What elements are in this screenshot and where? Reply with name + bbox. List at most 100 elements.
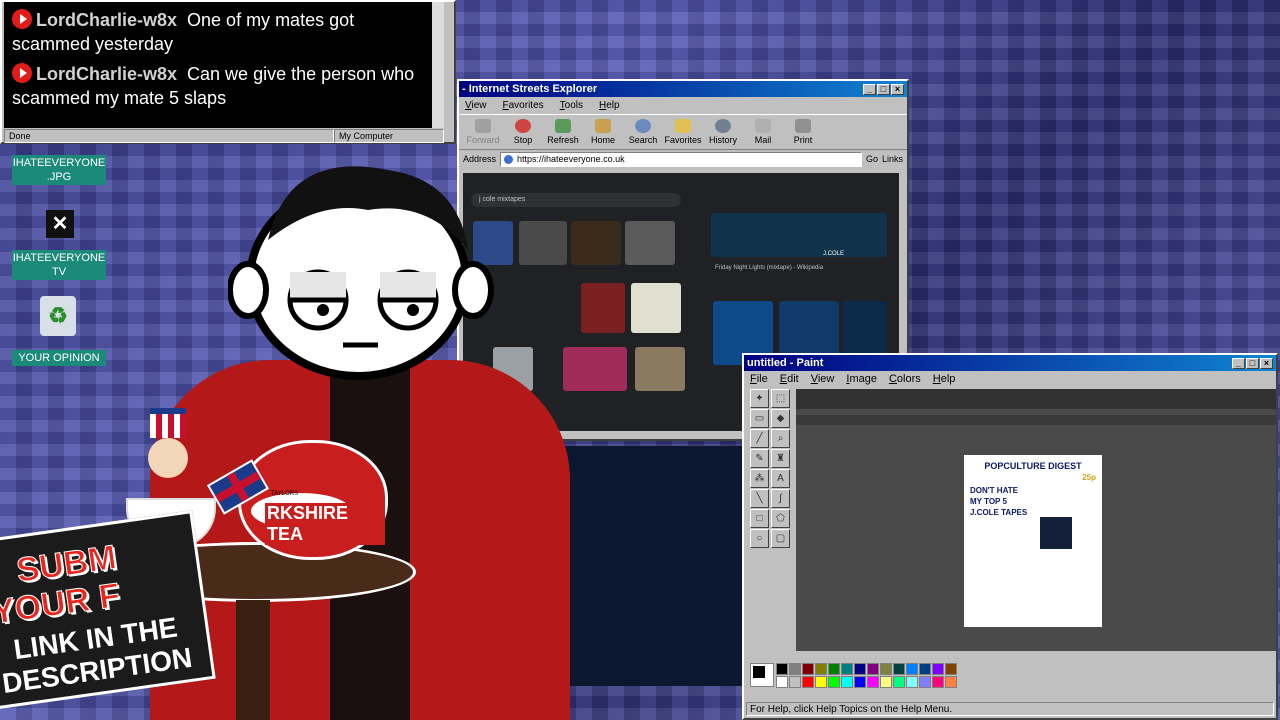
menu-colors[interactable]: Colors bbox=[889, 373, 921, 385]
history-button[interactable]: History bbox=[703, 119, 743, 145]
refresh-button[interactable]: Refresh bbox=[543, 119, 583, 145]
recycle-bin-icon[interactable]: ♻ bbox=[40, 296, 76, 336]
go-button[interactable]: Go bbox=[866, 154, 878, 164]
palette-swatch[interactable] bbox=[919, 663, 931, 675]
palette-swatch[interactable] bbox=[880, 663, 892, 675]
palette-swatch[interactable] bbox=[841, 676, 853, 688]
menu-help[interactable]: Help bbox=[599, 100, 620, 111]
magazine-cover: POPCULTURE DIGEST 25p DON'T HATE MY TOP … bbox=[964, 455, 1102, 627]
paint-canvas[interactable]: POPCULTURE DIGEST 25p DON'T HATE MY TOP … bbox=[796, 389, 1276, 651]
cover-album-art bbox=[1040, 517, 1072, 549]
maximize-button[interactable]: □ bbox=[877, 83, 890, 95]
browser-menubar: View Favorites Tools Help bbox=[459, 97, 907, 114]
x-icon[interactable]: ✕ bbox=[46, 210, 74, 238]
palette-swatch[interactable] bbox=[776, 676, 788, 688]
menu-view[interactable]: View bbox=[465, 100, 487, 111]
palette-swatch[interactable] bbox=[828, 663, 840, 675]
forward-button[interactable]: Forward bbox=[463, 119, 503, 145]
pencil-icon[interactable]: ✎ bbox=[750, 449, 769, 468]
chat-message: LordCharlie-w8x Can we give the person wh… bbox=[12, 62, 436, 110]
eraser-icon[interactable]: ▭ bbox=[750, 409, 769, 428]
browser-titlebar[interactable]: - Internet Streets Explorer _ □ × bbox=[459, 81, 907, 97]
palette-swatch[interactable] bbox=[919, 676, 931, 688]
desktop-icon-ihateeveryone-tv[interactable]: IHATEEVERYONE TV bbox=[12, 250, 106, 280]
text-icon[interactable]: A bbox=[771, 469, 790, 488]
palette-swatch[interactable] bbox=[906, 663, 918, 675]
curve-icon[interactable]: ∫ bbox=[771, 489, 790, 508]
menu-tools[interactable]: Tools bbox=[560, 100, 583, 111]
palette-swatch[interactable] bbox=[893, 676, 905, 688]
ellipse-icon[interactable]: ○ bbox=[750, 529, 769, 548]
rect-select-icon[interactable]: ⬚ bbox=[771, 389, 790, 408]
palette-swatch[interactable] bbox=[906, 676, 918, 688]
palette-swatch[interactable] bbox=[841, 663, 853, 675]
palette-swatch[interactable] bbox=[789, 676, 801, 688]
minimize-button[interactable]: _ bbox=[863, 83, 876, 95]
cartoon-face bbox=[228, 166, 494, 380]
palette-swatch[interactable] bbox=[880, 676, 892, 688]
rounded-rect-icon[interactable]: ▢ bbox=[771, 529, 790, 548]
links-button[interactable]: Links bbox=[882, 154, 903, 164]
menu-help[interactable]: Help bbox=[933, 373, 956, 385]
menu-favorites[interactable]: Favorites bbox=[503, 100, 544, 111]
cover-line: DON'T HATE bbox=[970, 486, 1018, 495]
desktop-icon-your-opinion[interactable]: YOUR OPINION bbox=[12, 350, 106, 366]
palette-swatch[interactable] bbox=[867, 676, 879, 688]
url-input[interactable]: https://ihateeveryone.co.uk bbox=[500, 151, 862, 167]
youtube-icon bbox=[12, 63, 32, 83]
palette-swatch[interactable] bbox=[945, 676, 957, 688]
palette-swatch[interactable] bbox=[932, 663, 944, 675]
palette-swatch[interactable] bbox=[932, 676, 944, 688]
palette-swatch[interactable] bbox=[945, 663, 957, 675]
palette-swatch[interactable] bbox=[828, 676, 840, 688]
home-icon bbox=[595, 119, 611, 133]
mail-button[interactable]: Mail bbox=[743, 119, 783, 145]
search-button[interactable]: Search bbox=[623, 119, 663, 145]
status-done: Done bbox=[4, 129, 334, 143]
polygon-icon[interactable]: ⬠ bbox=[771, 509, 790, 528]
palette-swatch[interactable] bbox=[893, 663, 905, 675]
palette-swatch[interactable] bbox=[867, 663, 879, 675]
home-button[interactable]: Home bbox=[583, 119, 623, 145]
address-bar: Address https://ihateeveryone.co.uk Go L… bbox=[459, 150, 907, 168]
paint-titlebar[interactable]: untitled - Paint _ □ × bbox=[744, 355, 1276, 371]
status-zone: My Computer bbox=[334, 129, 444, 143]
teapot: RKSHIRE TEA TAYLORS bbox=[238, 440, 388, 560]
chat-statusbar: Done My Computer bbox=[4, 129, 454, 143]
picker-icon[interactable]: ╱ bbox=[750, 429, 769, 448]
palette-swatch[interactable] bbox=[802, 663, 814, 675]
favorites-button[interactable]: Favorites bbox=[663, 119, 703, 145]
magnifier-icon[interactable]: ⌕ bbox=[771, 429, 790, 448]
menu-view[interactable]: View bbox=[811, 373, 835, 385]
brush-icon[interactable]: ♜ bbox=[771, 449, 790, 468]
browser-title: - Internet Streets Explorer bbox=[462, 83, 598, 95]
free-select-icon[interactable]: ✦ bbox=[750, 389, 769, 408]
knowledge-panel-title: Friday Night Lights (mixtape) - Wikipedi… bbox=[715, 265, 824, 271]
chat-username: LordCharlie-w8x bbox=[36, 64, 178, 84]
rectangle-icon[interactable]: □ bbox=[750, 509, 769, 528]
desktop-icon-ihateeveryone-jpg[interactable]: IHATEEVERYONE .JPG bbox=[12, 155, 106, 185]
line-icon[interactable]: ╲ bbox=[750, 489, 769, 508]
palette-swatch[interactable] bbox=[776, 663, 788, 675]
fill-icon[interactable]: ◆ bbox=[771, 409, 790, 428]
maximize-button[interactable]: □ bbox=[1246, 357, 1259, 369]
menu-edit[interactable]: Edit bbox=[780, 373, 799, 385]
print-button[interactable]: Print bbox=[783, 119, 823, 145]
palette-swatch[interactable] bbox=[854, 663, 866, 675]
tea-brand: RKSHIRE TEA bbox=[265, 503, 385, 545]
palette-swatch[interactable] bbox=[802, 676, 814, 688]
palette-swatch[interactable] bbox=[854, 676, 866, 688]
stop-icon bbox=[515, 119, 531, 133]
minimize-button[interactable]: _ bbox=[1232, 357, 1245, 369]
palette-swatch[interactable] bbox=[789, 663, 801, 675]
airbrush-icon[interactable]: ⁂ bbox=[750, 469, 769, 488]
palette-swatch[interactable] bbox=[815, 663, 827, 675]
menu-file[interactable]: File bbox=[750, 373, 768, 385]
palette-swatch[interactable] bbox=[815, 676, 827, 688]
menu-image[interactable]: Image bbox=[846, 373, 877, 385]
chat-scrollbar[interactable] bbox=[432, 2, 444, 128]
close-button[interactable]: × bbox=[891, 83, 904, 95]
magazine-price: 25p bbox=[1082, 473, 1096, 482]
close-button[interactable]: × bbox=[1260, 357, 1273, 369]
stop-button[interactable]: Stop bbox=[503, 119, 543, 145]
